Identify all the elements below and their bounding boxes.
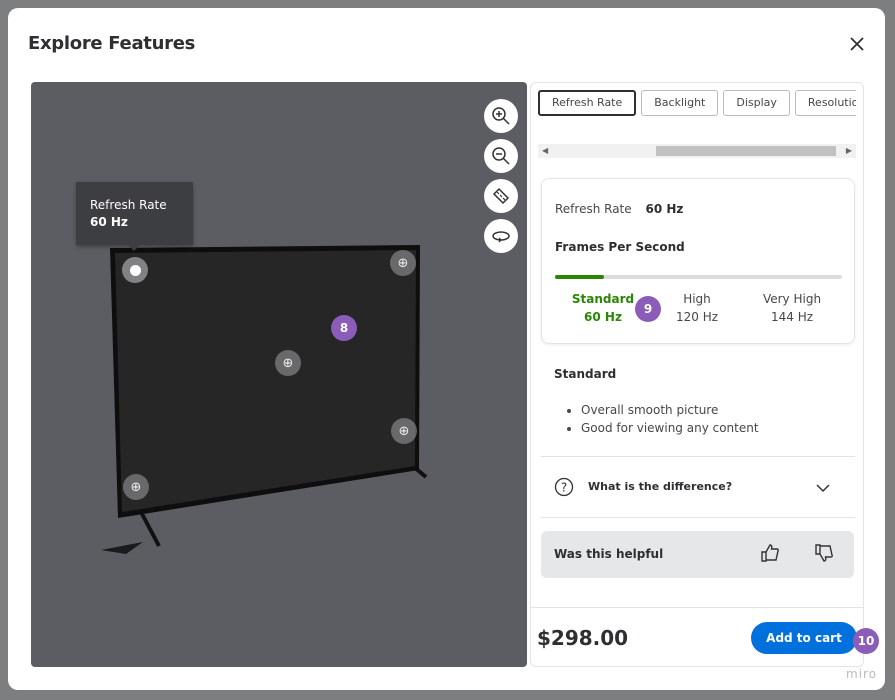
zoom-in-icon: [492, 107, 510, 125]
level-high[interactable]: High 120 Hz: [662, 290, 732, 326]
help-circle-icon: ?: [554, 477, 574, 497]
bullet-item: Good for viewing any content: [581, 419, 759, 437]
plus-circle-icon: ⊕: [282, 355, 294, 371]
plus-circle-icon: ⊕: [397, 255, 409, 271]
measure-button[interactable]: [484, 179, 518, 213]
tooltip-value: 60 Hz: [90, 215, 128, 229]
level-standard[interactable]: Standard 60 Hz: [568, 290, 638, 326]
hotspot-refresh-rate[interactable]: [122, 257, 148, 283]
level-very-high[interactable]: Very High 144 Hz: [752, 290, 832, 326]
level-progress-bar: [555, 275, 842, 279]
level-value: 60 Hz: [584, 310, 622, 324]
scrollbar-thumb[interactable]: [656, 146, 836, 156]
zoom-out-button[interactable]: [484, 139, 518, 173]
svg-text:?: ?: [561, 481, 567, 495]
annotation-badge: 10: [853, 628, 879, 654]
level-name: Very High: [762, 292, 822, 306]
hotspot[interactable]: ⊕: [390, 250, 416, 276]
scroll-left-icon[interactable]: ◀: [542, 144, 548, 158]
helpful-label: Was this helpful: [554, 547, 664, 561]
level-value: 120 Hz: [675, 310, 719, 324]
miro-watermark: miro: [846, 667, 878, 681]
thumbs-down-button[interactable]: [813, 542, 835, 568]
scroll-right-icon[interactable]: ▶: [846, 144, 852, 158]
footer-divider: [531, 607, 863, 608]
modal-title: Explore Features: [28, 33, 196, 54]
feature-tabs: Refresh RateBacklightDisplayResolution: [538, 90, 856, 116]
3d-viewer[interactable]: Refresh Rate 60 Hz ⊕ ⊕ ⊕ ⊕ 8: [31, 82, 527, 667]
divider: [541, 517, 855, 518]
level-name: High: [683, 292, 711, 306]
price: $298.00: [537, 626, 629, 650]
detail-heading: Standard: [554, 367, 617, 381]
close-button[interactable]: [846, 33, 868, 55]
faq-accordion[interactable]: ? What is the difference?: [541, 457, 855, 517]
tab-display[interactable]: Display: [723, 90, 790, 116]
zoom-in-button[interactable]: [484, 99, 518, 133]
card-heading: Frames Per Second: [555, 240, 685, 254]
tab-backlight[interactable]: Backlight: [641, 90, 719, 116]
tab-resolution[interactable]: Resolution: [794, 90, 856, 116]
hotspot[interactable]: ⊕: [123, 474, 149, 500]
rotate-button[interactable]: [484, 219, 518, 253]
level-name: Standard: [571, 292, 635, 306]
active-dot-icon: [129, 264, 141, 276]
add-to-cart-button[interactable]: Add to cart: [751, 622, 857, 654]
hotspot[interactable]: ⊕: [275, 350, 301, 376]
thumbs-down-icon: [815, 544, 833, 562]
hotspot[interactable]: ⊕: [391, 418, 417, 444]
plus-circle-icon: ⊕: [130, 479, 142, 495]
progress-fill: [555, 275, 604, 279]
feature-panel: Refresh RateBacklightDisplayResolution ◀…: [530, 82, 864, 667]
close-icon: [850, 37, 864, 51]
tooltip-label: Refresh Rate: [90, 198, 167, 212]
faq-label: What is the difference?: [588, 480, 733, 493]
helpful-feedback: Was this helpful: [541, 531, 854, 578]
level-value: 144 Hz: [770, 310, 814, 324]
hotspot-tooltip: Refresh Rate 60 Hz: [76, 182, 193, 251]
tabs-scrollbar[interactable]: ◀ ▶: [538, 144, 856, 158]
explore-features-modal: Explore Features Refresh Rate 60 Hz ⊕ ⊕ …: [8, 8, 885, 690]
plus-circle-icon: ⊕: [398, 423, 410, 439]
thumbs-up-icon: [761, 544, 779, 562]
thumbs-up-button[interactable]: [759, 542, 781, 568]
spec-value: 60 Hz: [645, 202, 684, 216]
annotation-badge: 9: [635, 296, 661, 322]
annotation-badge: 8: [331, 315, 357, 341]
rotate-icon: [492, 231, 510, 243]
detail-bullets: Overall smooth picture Good for viewing …: [581, 401, 759, 437]
zoom-out-icon: [492, 147, 510, 165]
tab-refresh-rate[interactable]: Refresh Rate: [538, 90, 637, 116]
tv-model: [101, 245, 428, 554]
bullet-item: Overall smooth picture: [581, 401, 759, 419]
chevron-down-icon: [816, 484, 830, 493]
ruler-icon: [492, 187, 510, 205]
spec-label: Refresh Rate: [555, 202, 632, 216]
refresh-rate-card: Refresh Rate 60 Hz Frames Per Second Sta…: [541, 178, 855, 344]
